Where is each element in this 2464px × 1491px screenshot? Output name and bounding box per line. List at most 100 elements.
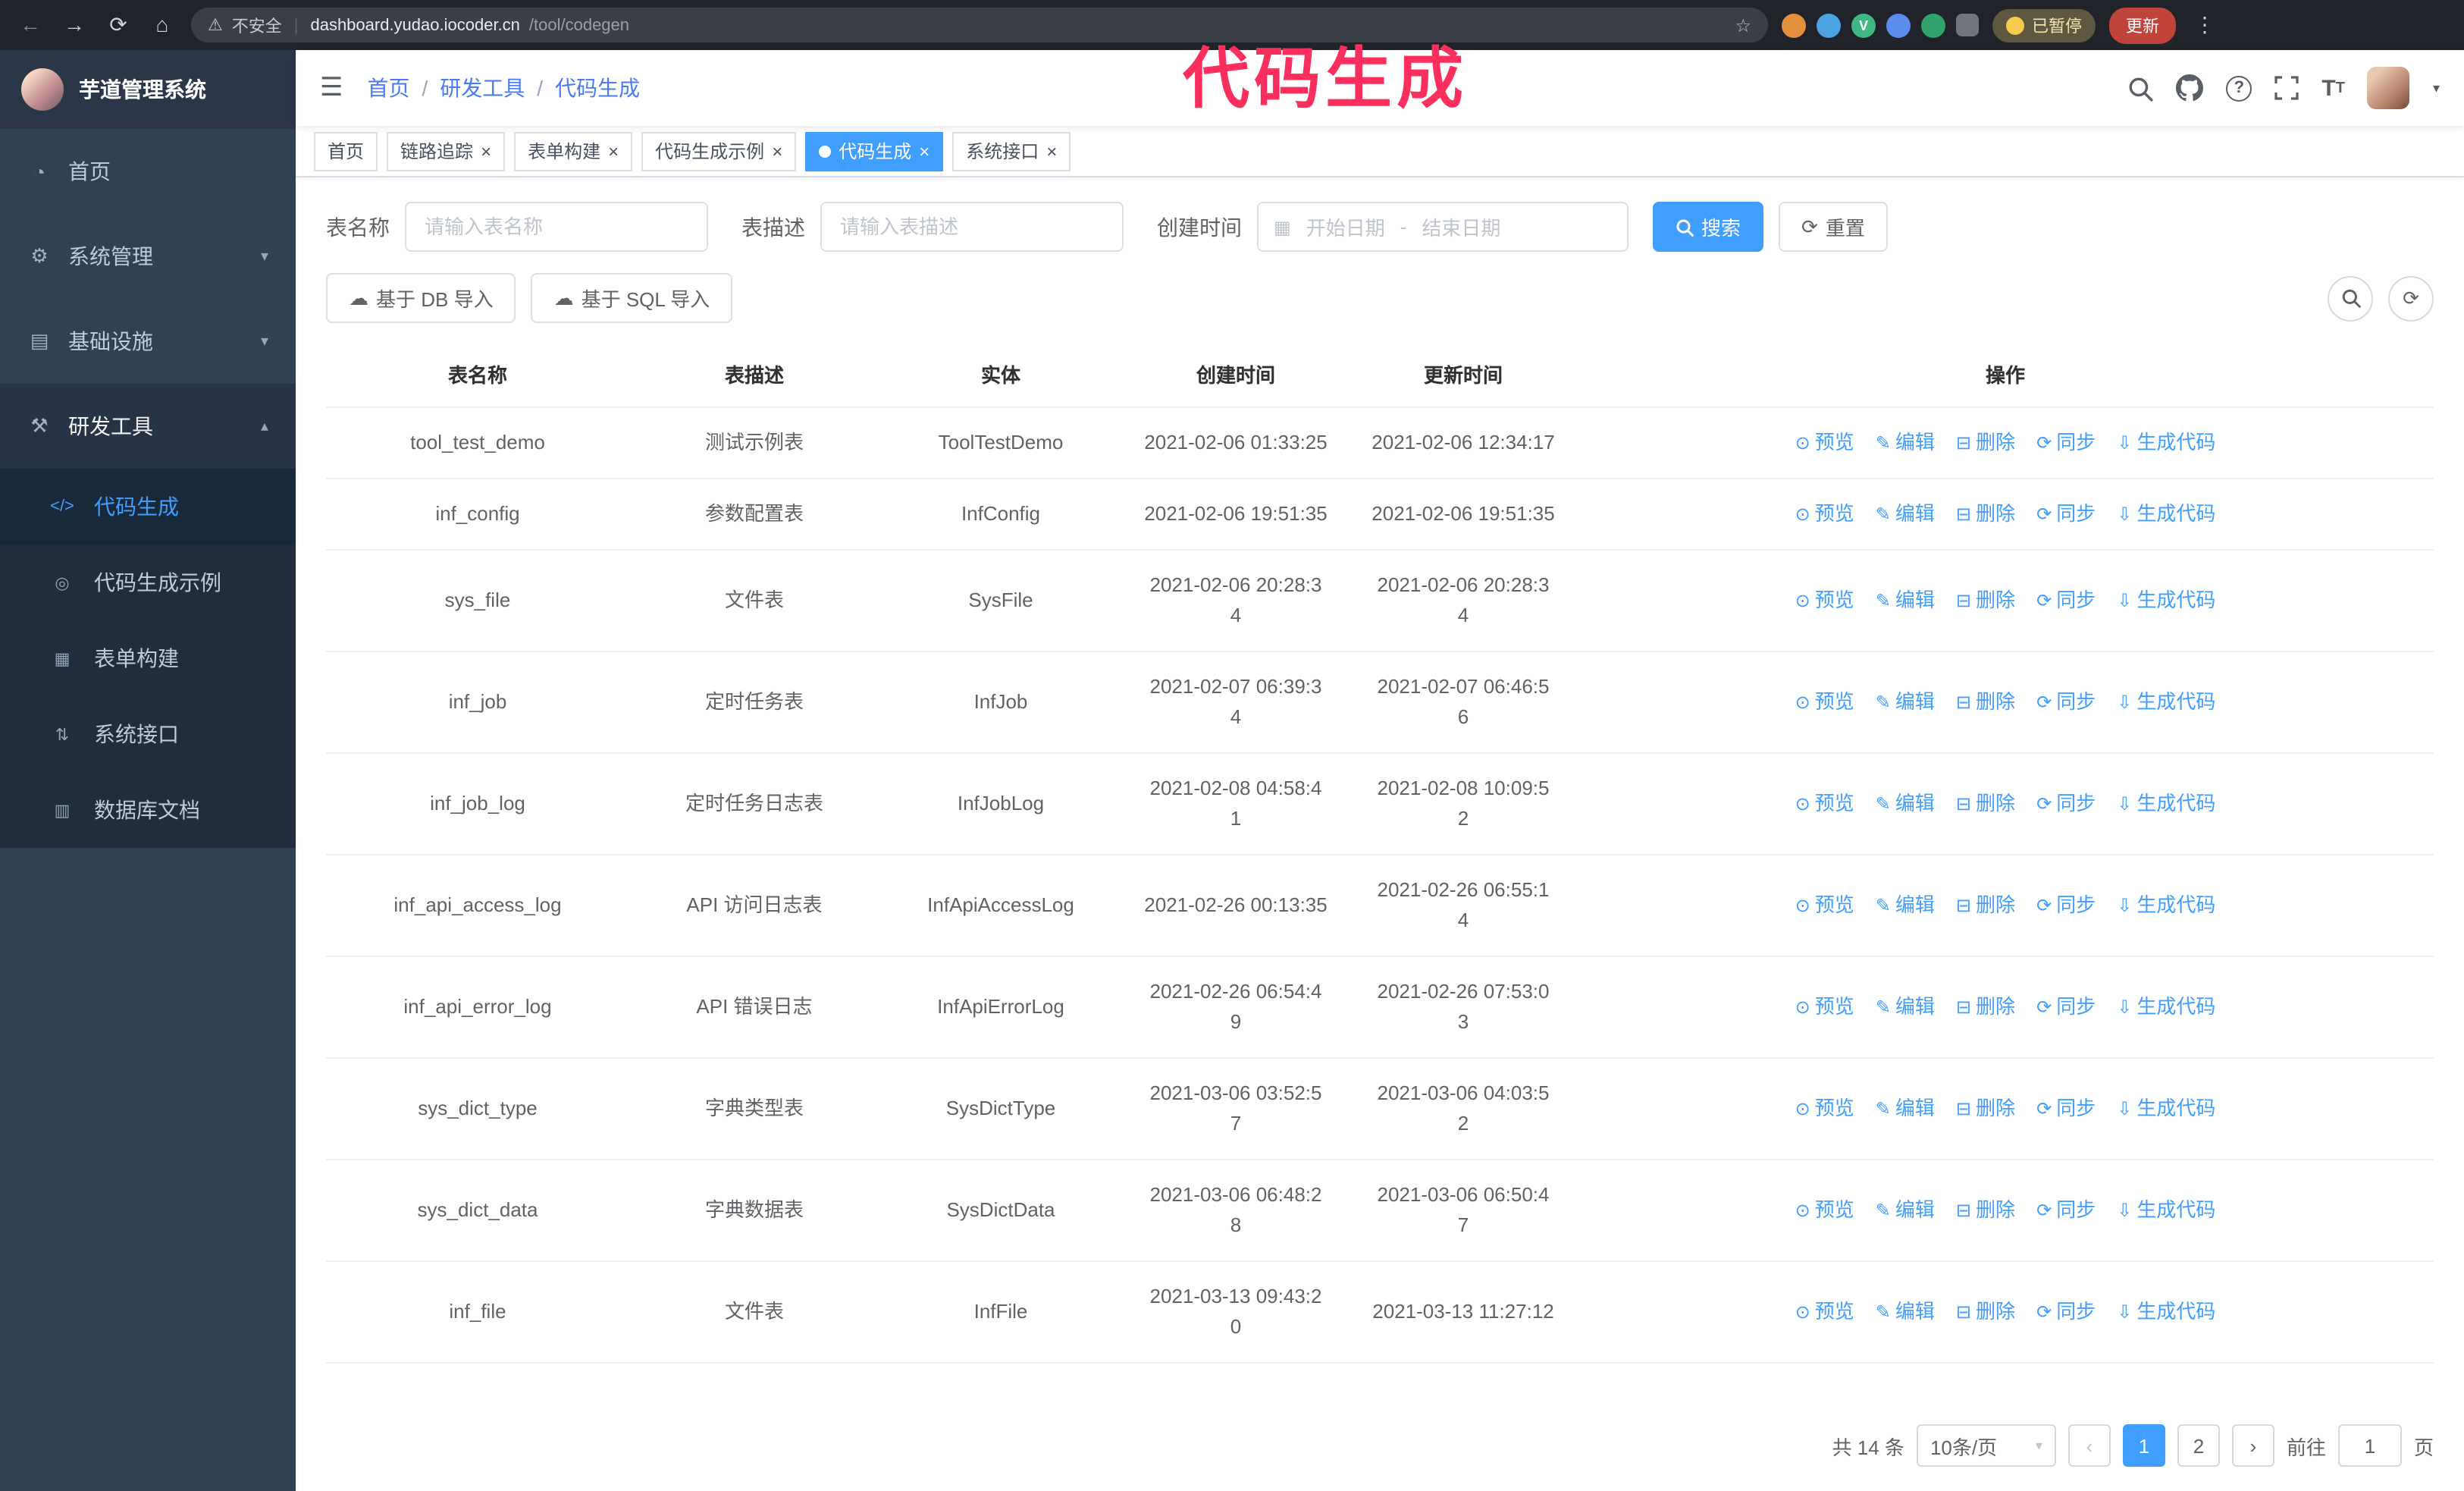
action-sync-link[interactable]: ⟳ 同步 <box>2036 1094 2096 1124</box>
sidebar-item-system-api[interactable]: ⇅ 系统接口 <box>0 696 296 772</box>
action-preview-link[interactable]: ⊙ 预览 <box>1795 687 1854 717</box>
action-delete-link[interactable]: ⊟ 删除 <box>1956 992 2015 1022</box>
sidebar-item-form-builder[interactable]: ▦ 表单构建 <box>0 620 296 696</box>
action-delete-link[interactable]: ⊟ 删除 <box>1956 1094 2015 1124</box>
tab-close-icon[interactable]: × <box>1046 142 1057 160</box>
search-icon[interactable] <box>2127 75 2153 101</box>
action-edit-link[interactable]: ✎ 编辑 <box>1876 890 1935 921</box>
action-preview-link[interactable]: ⊙ 预览 <box>1795 992 1854 1022</box>
action-sync-link[interactable]: ⟳ 同步 <box>2036 1297 2096 1327</box>
action-delete-link[interactable]: ⊟ 删除 <box>1956 789 2015 819</box>
action-sync-link[interactable]: ⟳ 同步 <box>2036 585 2096 616</box>
tab[interactable]: 表单构建 × <box>514 131 633 171</box>
next-page-button[interactable]: › <box>2231 1424 2274 1467</box>
reset-button[interactable]: ⟳ 重置 <box>1779 202 1888 252</box>
action-preview-link[interactable]: ⊙ 预览 <box>1795 1195 1854 1226</box>
action-sync-link[interactable]: ⟳ 同步 <box>2036 992 2096 1022</box>
extension-icon[interactable] <box>1921 13 1945 37</box>
action-edit-link[interactable]: ✎ 编辑 <box>1876 1195 1935 1226</box>
help-icon[interactable]: ? <box>2226 75 2252 101</box>
user-avatar[interactable] <box>2367 67 2410 109</box>
extensions-puzzle-icon[interactable] <box>1956 14 1979 36</box>
action-delete-link[interactable]: ⊟ 删除 <box>1956 687 2015 717</box>
sidebar-item-dev-tools[interactable]: ⚒ 研发工具 ▴ <box>0 384 296 469</box>
breadcrumb-home[interactable]: 首页 <box>368 73 410 103</box>
chrome-update-button[interactable]: 更新 <box>2109 7 2176 43</box>
action-delete-link[interactable]: ⊟ 删除 <box>1956 428 2015 458</box>
font-size-icon[interactable]: TT <box>2321 75 2345 101</box>
page-size-select[interactable]: 10条/页 ▾ <box>1916 1424 2056 1467</box>
action-edit-link[interactable]: ✎ 编辑 <box>1876 428 1935 458</box>
import-db-button[interactable]: ☁ 基于 DB 导入 <box>326 273 516 323</box>
tab[interactable]: 首页 <box>314 131 378 171</box>
avatar-caret-icon[interactable]: ▾ <box>2433 80 2440 96</box>
hamburger-icon[interactable]: ☰ <box>320 73 343 103</box>
page-button-1[interactable]: 1 <box>2122 1424 2165 1467</box>
action-edit-link[interactable]: ✎ 编辑 <box>1876 1297 1935 1327</box>
create-time-range-picker[interactable]: ▦ 开始日期 - 结束日期 <box>1257 202 1629 252</box>
url-bar[interactable]: ⚠ 不安全 | dashboard.yudao.iocoder.cn /tool… <box>191 8 1768 42</box>
action-delete-link[interactable]: ⊟ 删除 <box>1956 890 2015 921</box>
action-generate-link[interactable]: ⇩ 生成代码 <box>2117 585 2215 616</box>
import-sql-button[interactable]: ☁ 基于 SQL 导入 <box>531 273 733 323</box>
action-preview-link[interactable]: ⊙ 预览 <box>1795 890 1854 921</box>
bookmark-star-icon[interactable]: ☆ <box>1735 14 1751 36</box>
action-preview-link[interactable]: ⊙ 预览 <box>1795 789 1854 819</box>
action-generate-link[interactable]: ⇩ 生成代码 <box>2117 1297 2215 1327</box>
action-preview-link[interactable]: ⊙ 预览 <box>1795 1297 1854 1327</box>
page-button-2[interactable]: 2 <box>2177 1424 2220 1467</box>
action-delete-link[interactable]: ⊟ 删除 <box>1956 1195 2015 1226</box>
tab-close-icon[interactable]: × <box>772 142 782 160</box>
action-preview-link[interactable]: ⊙ 预览 <box>1795 1094 1854 1124</box>
github-icon[interactable] <box>2176 74 2204 102</box>
action-sync-link[interactable]: ⟳ 同步 <box>2036 1195 2096 1226</box>
action-sync-link[interactable]: ⟳ 同步 <box>2036 499 2096 529</box>
action-generate-link[interactable]: ⇩ 生成代码 <box>2117 1195 2215 1226</box>
home-icon[interactable]: ⌂ <box>147 0 177 50</box>
sidebar-item-system-management[interactable]: ⚙ 系统管理 ▾ <box>0 214 296 299</box>
action-generate-link[interactable]: ⇩ 生成代码 <box>2117 687 2215 717</box>
chrome-menu-icon[interactable]: ⋮ <box>2190 0 2220 50</box>
action-sync-link[interactable]: ⟳ 同步 <box>2036 428 2096 458</box>
extension-icon[interactable] <box>1782 13 1806 37</box>
refresh-table-button[interactable]: ⟳ <box>2388 275 2434 321</box>
tab[interactable]: 代码生成 × <box>805 131 944 171</box>
action-edit-link[interactable]: ✎ 编辑 <box>1876 789 1935 819</box>
sidebar-item-codegen-example[interactable]: ◎ 代码生成示例 <box>0 545 296 620</box>
action-generate-link[interactable]: ⇩ 生成代码 <box>2117 428 2215 458</box>
toggle-search-button[interactable] <box>2328 275 2373 321</box>
extension-icon[interactable] <box>1886 13 1911 37</box>
tab[interactable]: 链路追踪 × <box>387 131 506 171</box>
action-generate-link[interactable]: ⇩ 生成代码 <box>2117 789 2215 819</box>
sidebar-item-db-docs[interactable]: ▥ 数据库文档 <box>0 772 296 848</box>
tab[interactable]: 系统接口 × <box>952 131 1071 171</box>
reload-icon[interactable]: ⟳ <box>103 0 133 50</box>
breadcrumb-dev-tools[interactable]: 研发工具 <box>440 73 525 103</box>
tab-close-icon[interactable]: × <box>608 142 619 160</box>
sidebar-item-infrastructure[interactable]: ▤ 基础设施 ▾ <box>0 299 296 384</box>
sidebar-item-home[interactable]: ◔ 首页 <box>0 129 296 214</box>
action-edit-link[interactable]: ✎ 编辑 <box>1876 585 1935 616</box>
action-generate-link[interactable]: ⇩ 生成代码 <box>2117 890 2215 921</box>
tab-close-icon[interactable]: × <box>919 142 929 160</box>
action-generate-link[interactable]: ⇩ 生成代码 <box>2117 499 2215 529</box>
action-generate-link[interactable]: ⇩ 生成代码 <box>2117 1094 2215 1124</box>
action-edit-link[interactable]: ✎ 编辑 <box>1876 1094 1935 1124</box>
prev-page-button[interactable]: ‹ <box>2067 1424 2111 1467</box>
table-name-input[interactable] <box>405 202 708 252</box>
action-edit-link[interactable]: ✎ 编辑 <box>1876 499 1935 529</box>
action-sync-link[interactable]: ⟳ 同步 <box>2036 687 2096 717</box>
fullscreen-icon[interactable] <box>2274 76 2299 100</box>
action-preview-link[interactable]: ⊙ 预览 <box>1795 499 1854 529</box>
back-icon[interactable]: ← <box>15 0 45 50</box>
paused-badge[interactable]: 已暂停 <box>1992 8 2096 42</box>
extension-icon[interactable] <box>1817 13 1841 37</box>
tab-close-icon[interactable]: × <box>481 142 491 160</box>
action-sync-link[interactable]: ⟳ 同步 <box>2036 789 2096 819</box>
action-preview-link[interactable]: ⊙ 预览 <box>1795 428 1854 458</box>
action-delete-link[interactable]: ⊟ 删除 <box>1956 585 2015 616</box>
action-edit-link[interactable]: ✎ 编辑 <box>1876 992 1935 1022</box>
action-delete-link[interactable]: ⊟ 删除 <box>1956 499 2015 529</box>
app-logo[interactable]: 芋道管理系统 <box>0 50 296 129</box>
search-button[interactable]: 搜索 <box>1653 202 1764 252</box>
